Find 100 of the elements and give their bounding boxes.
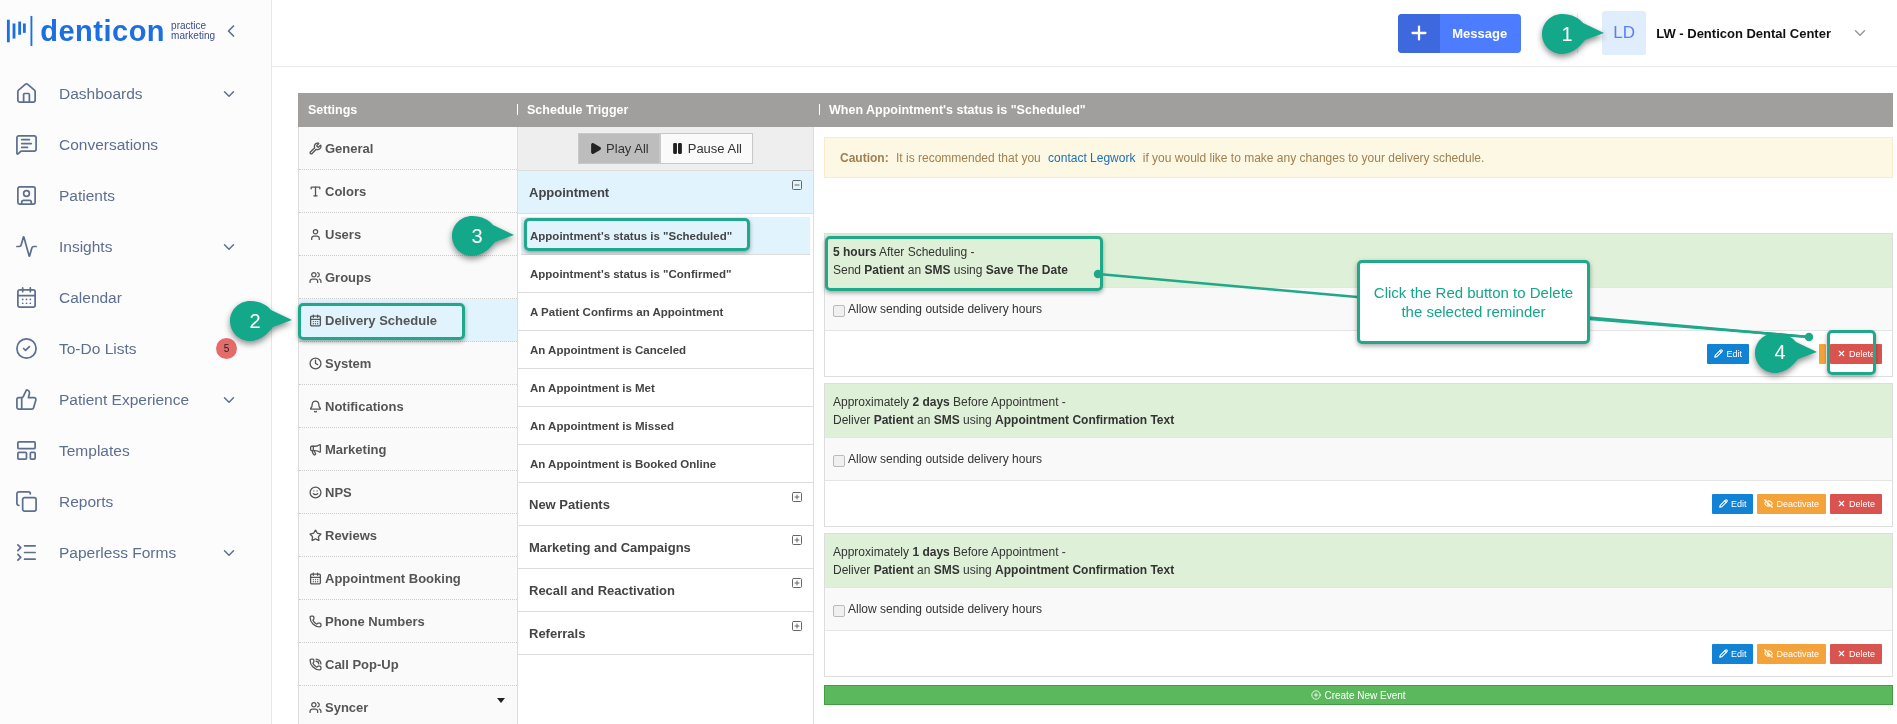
settings-label: General xyxy=(325,140,374,156)
callout-marker: 1 xyxy=(1541,13,1605,55)
edit-button[interactable]: Edit xyxy=(1707,343,1749,364)
message-button[interactable]: Message xyxy=(1398,13,1522,53)
expand-icon[interactable] xyxy=(791,620,803,632)
nav-item[interactable]: Calendar xyxy=(59,288,122,307)
group-label: Recall and Reactivation xyxy=(529,582,675,598)
caret-icon[interactable] xyxy=(497,698,505,703)
event-description: Approximately 2 days Before Appointment - xyxy=(833,394,1067,409)
toggle-button[interactable]: Play All xyxy=(578,133,660,164)
line-chart-icon xyxy=(15,235,38,258)
settings-label: Call Pop-Up xyxy=(325,656,399,672)
edit-button[interactable]: Edit xyxy=(1711,493,1754,514)
close-icon xyxy=(1837,349,1846,358)
delete-button[interactable]: Delete xyxy=(1830,643,1882,664)
pencil-icon xyxy=(1718,499,1728,508)
edit-button[interactable]: Edit xyxy=(1711,643,1754,664)
calendar-icon xyxy=(309,571,322,585)
settings-label: Syncer xyxy=(325,699,369,715)
event-description: Deliver Patient an SMS using Appointment Confirmation Text xyxy=(833,562,1175,577)
checkbox-label: Allow sending outside delivery hours xyxy=(848,452,1043,466)
close-icon xyxy=(1837,649,1846,658)
contact-link[interactable]: contact Legwork xyxy=(1048,150,1136,165)
nav-item[interactable]: Conversations xyxy=(59,135,159,154)
toggle-button[interactable]: Pause All xyxy=(659,133,753,164)
caution-message: Caution: It is recommended that you contact Legwork if you would like to make any changes to your delivery schedule. xyxy=(824,137,1893,178)
event-description: 5 hours After Scheduling - xyxy=(833,244,976,259)
nav-item[interactable]: Reports xyxy=(59,492,114,511)
home-icon xyxy=(15,82,38,105)
logo-wordmark: denticon xyxy=(40,14,166,48)
deactivate-button[interactable] xyxy=(1819,343,1826,364)
pencil-icon xyxy=(1714,349,1724,358)
nav-item[interactable]: Patients xyxy=(59,186,115,205)
settings-label: Colors xyxy=(325,183,367,199)
group-label: New Patients xyxy=(529,496,610,512)
settings-label: NPS xyxy=(325,484,352,500)
wrench-icon xyxy=(309,141,322,155)
nav-item[interactable]: Patient Experience xyxy=(59,390,190,409)
users-icon xyxy=(309,270,322,284)
settings-label: Phone Numbers xyxy=(325,613,425,629)
expand-icon[interactable] xyxy=(791,491,803,503)
expand-icon[interactable] xyxy=(791,577,803,589)
event-description: Deliver Patient an SMS using Appointment Confirmation Text xyxy=(833,412,1175,427)
annotation-note: Click the Red button to Delete the selected reminder xyxy=(1357,260,1590,344)
logo-bars-icon xyxy=(6,13,35,49)
phone-icon xyxy=(309,657,322,671)
calendar-icon xyxy=(15,286,38,309)
star-icon xyxy=(309,528,322,542)
group-label: Appointment xyxy=(529,184,610,200)
callout-marker: 2 xyxy=(229,300,293,342)
check-circle-icon xyxy=(15,337,38,360)
settings-label: Appointment Booking xyxy=(325,570,461,586)
nav-item[interactable]: Insights xyxy=(59,237,113,256)
letter-icon xyxy=(309,184,322,198)
settings-label: Delivery Schedule xyxy=(325,312,437,328)
chat-icon xyxy=(15,133,38,156)
settings-label: Reviews xyxy=(325,527,378,543)
checkbox[interactable] xyxy=(833,305,845,317)
nav-item[interactable]: Dashboards xyxy=(59,84,143,103)
contact-card-icon xyxy=(15,184,38,207)
close-icon xyxy=(1837,499,1846,508)
list-icon xyxy=(15,541,38,564)
megaphone-icon xyxy=(309,442,322,456)
nav-item[interactable]: Templates xyxy=(59,441,130,460)
trigger-item[interactable]: Appointment's status is "Scheduled" xyxy=(521,217,810,255)
eye-off-icon xyxy=(1764,499,1774,508)
expand-icon[interactable] xyxy=(791,534,803,546)
nav-item[interactable]: Paperless Forms xyxy=(59,543,177,562)
logo-tagline: marketing xyxy=(171,31,215,41)
checkbox[interactable] xyxy=(833,605,845,617)
collapse-icon[interactable] xyxy=(791,179,803,191)
account-name[interactable]: LW - Denticon Dental Center xyxy=(1656,25,1831,41)
settings-label: Notifications xyxy=(325,398,404,414)
bell-icon xyxy=(309,399,322,413)
layout-icon xyxy=(15,439,38,462)
event-description: Send Patient an SMS using Save The Date xyxy=(833,262,1068,277)
play-icon xyxy=(589,142,603,155)
pause-icon xyxy=(670,142,684,155)
checkbox[interactable] xyxy=(833,455,845,467)
callout-marker: 3 xyxy=(451,215,515,257)
thumbs-up-icon xyxy=(15,388,38,411)
trigger-group[interactable]: Appointment xyxy=(518,171,813,214)
settings-label: Marketing xyxy=(325,441,387,457)
event-description: Approximately 1 days Before Appointment - xyxy=(833,544,1067,559)
group-label: Referrals xyxy=(529,625,586,641)
delete-button[interactable]: Delete xyxy=(1830,493,1882,514)
copy-icon xyxy=(15,490,38,513)
settings-label: Users xyxy=(325,226,362,242)
checkbox-label: Allow sending outside delivery hours xyxy=(848,302,1043,316)
smile-icon xyxy=(309,485,322,499)
callout-marker: 4 xyxy=(1754,331,1818,374)
eye-off-icon xyxy=(1764,649,1774,658)
user-icon xyxy=(309,227,322,241)
column-header: Schedule Trigger xyxy=(517,93,819,127)
calendar-icon xyxy=(309,313,322,327)
count-badge: 5 xyxy=(216,338,237,359)
highlight-frame xyxy=(1827,329,1876,375)
checkbox-label: Allow sending outside delivery hours xyxy=(848,602,1043,616)
nav-item[interactable]: To-Do Lists xyxy=(59,339,137,358)
settings-label: Groups xyxy=(325,269,372,285)
